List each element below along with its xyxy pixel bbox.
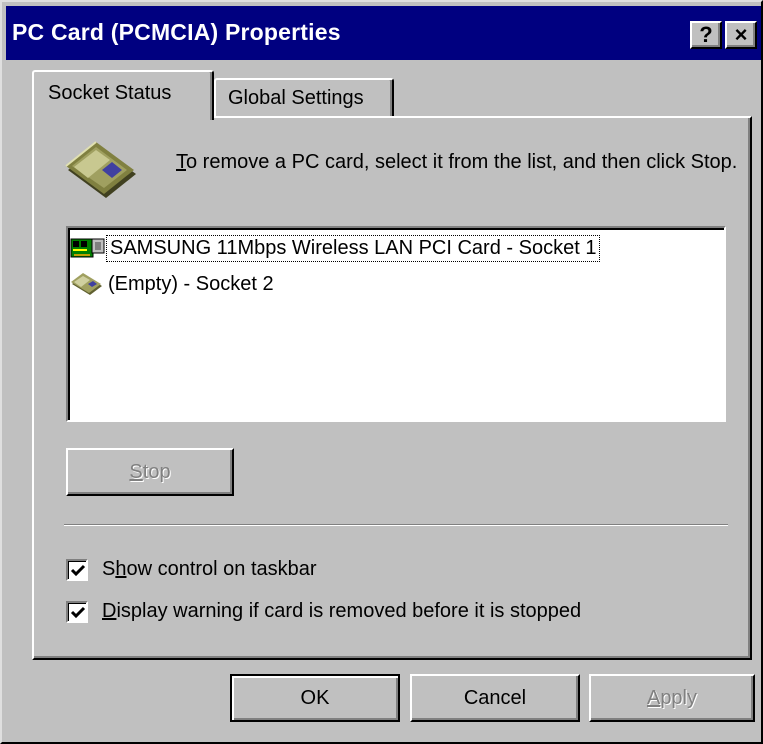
window-title: PC Card (PCMCIA) Properties bbox=[12, 19, 341, 45]
apply-rest: pply bbox=[660, 687, 698, 709]
apply-button[interactable]: Apply bbox=[589, 674, 755, 722]
socket-2-label: (Empty) - Socket 2 bbox=[108, 272, 274, 295]
label-rest: isplay warning if card is removed before… bbox=[116, 600, 582, 622]
close-icon: × bbox=[734, 22, 748, 47]
help-button[interactable]: ? bbox=[690, 21, 722, 49]
display-warning-checkbox[interactable] bbox=[66, 600, 88, 623]
properties-dialog: PC Card (PCMCIA) Properties ? × Socket S… bbox=[0, 0, 763, 744]
socket-list[interactable]: SAMSUNG 11Mbps Wireless LAN PCI Card - S… bbox=[66, 226, 726, 422]
ok-button[interactable]: OK bbox=[230, 674, 400, 722]
help-icon: ? bbox=[699, 22, 713, 47]
checkmark-icon bbox=[70, 606, 86, 618]
show-control-option[interactable]: Show control on taskbar bbox=[66, 558, 317, 581]
separator bbox=[64, 524, 728, 526]
show-control-label: Show control on taskbar bbox=[102, 558, 317, 581]
close-button[interactable]: × bbox=[725, 21, 757, 49]
label-rest: ow control on taskbar bbox=[126, 558, 317, 580]
stop-rest: top bbox=[142, 461, 171, 483]
list-item-socket-1[interactable]: SAMSUNG 11Mbps Wireless LAN PCI Card - S… bbox=[70, 232, 601, 264]
pc-card-icon bbox=[70, 272, 108, 296]
show-control-checkbox[interactable] bbox=[66, 558, 88, 581]
instruction-text: To remove a PC card, select it from the … bbox=[176, 148, 756, 177]
label-pre: S bbox=[102, 558, 116, 580]
apply-mnemonic: A bbox=[646, 687, 661, 709]
instruction-rest: o remove a PC card, select it from the l… bbox=[186, 151, 738, 173]
stop-mnemonic: S bbox=[129, 461, 143, 483]
list-item-socket-2[interactable]: (Empty) - Socket 2 bbox=[70, 268, 274, 300]
socket-1-label: SAMSUNG 11Mbps Wireless LAN PCI Card - S… bbox=[105, 234, 601, 262]
checkmark-icon bbox=[70, 564, 86, 576]
stop-button[interactable]: Stop bbox=[66, 448, 234, 496]
display-warning-option[interactable]: Display warning if card is removed befor… bbox=[66, 600, 581, 623]
socket-status-panel: To remove a PC card, select it from the … bbox=[32, 116, 752, 660]
tab-global-settings[interactable]: Global Settings bbox=[214, 78, 394, 118]
pc-card-icon bbox=[64, 140, 140, 207]
display-warning-label: Display warning if card is removed befor… bbox=[102, 600, 581, 623]
label-mnemonic: D bbox=[102, 600, 117, 622]
network-card-icon bbox=[70, 236, 108, 260]
tab-label: Global Settings bbox=[228, 87, 364, 109]
tab-label: Socket Status bbox=[48, 82, 172, 104]
instruction-mnemonic: T bbox=[176, 151, 186, 173]
label-mnemonic: h bbox=[115, 558, 127, 580]
cancel-button[interactable]: Cancel bbox=[410, 674, 580, 722]
tab-socket-status[interactable]: Socket Status bbox=[32, 70, 214, 120]
title-bar[interactable]: PC Card (PCMCIA) Properties ? × bbox=[6, 6, 761, 60]
